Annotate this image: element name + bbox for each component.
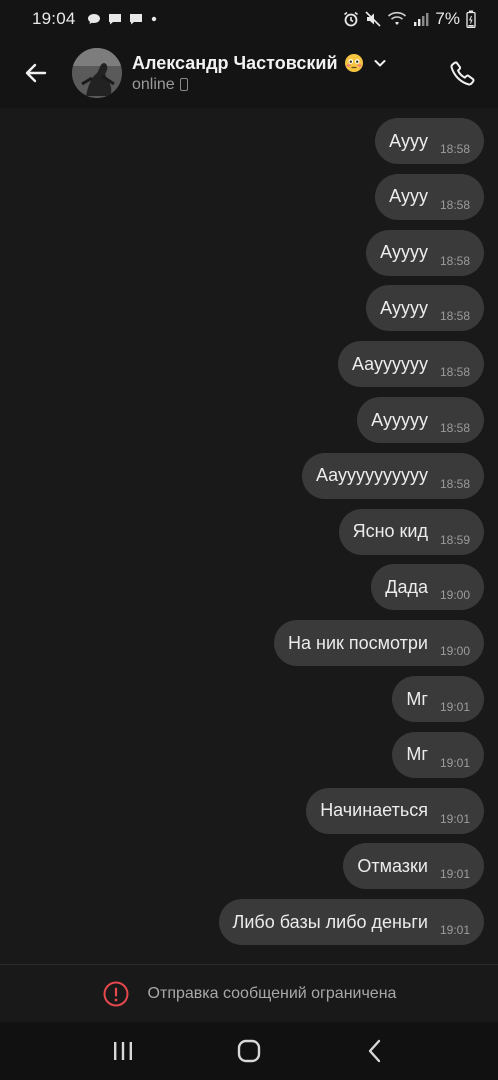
chat-bubble-icon xyxy=(87,14,100,24)
message-time: 18:58 xyxy=(439,309,470,324)
message-time: 18:58 xyxy=(439,365,470,380)
name-row: Александр Частовский xyxy=(132,53,388,74)
message-time: 19:01 xyxy=(439,867,470,882)
battery-percent: 7% xyxy=(435,9,460,28)
message-text: На ник посмотри xyxy=(288,632,428,653)
message-list[interactable]: Аууу 18:58 Аууу 18:58 Ауууу 18:58 Ауууу 18:58 Аа… xyxy=(0,108,498,964)
home-icon xyxy=(237,1039,261,1063)
message-time: 19:00 xyxy=(439,644,470,659)
message-time: 19:01 xyxy=(439,700,470,714)
status-time: 19:04 xyxy=(32,9,76,28)
message-time: 18:59 xyxy=(439,532,470,547)
status-bar: 19:04 7% xyxy=(0,0,498,38)
message-bubble[interactable]: Аууууу 18:58 xyxy=(357,397,484,443)
message-text: Аууууу xyxy=(371,409,428,430)
phone-icon xyxy=(450,61,475,86)
message-time: 18:58 xyxy=(439,421,470,435)
message-text: Отмазки xyxy=(357,855,428,876)
arrow-left-icon xyxy=(25,63,47,83)
message-bubble[interactable]: Ауууу 18:58 xyxy=(366,229,484,276)
avatar-image xyxy=(72,48,122,98)
message-text: Аууу xyxy=(389,186,428,207)
message-text: Либо базы либо деньги xyxy=(232,911,428,932)
message-time: 18:58 xyxy=(439,476,470,491)
signal-icon xyxy=(414,13,429,26)
avatar[interactable] xyxy=(72,48,122,98)
message-time: 19:01 xyxy=(439,755,470,770)
restriction-text: Отправка сообщений ограничена xyxy=(147,984,397,1002)
message-time: 19:01 xyxy=(439,811,470,826)
message-time: 18:58 xyxy=(439,197,470,212)
contact-status: online xyxy=(132,75,175,93)
message-time: 18:58 xyxy=(439,142,470,156)
status-row: online xyxy=(132,76,388,94)
message-time: 19:01 xyxy=(439,923,470,938)
call-button[interactable] xyxy=(442,52,484,94)
message-bubble[interactable]: Аауууууу 18:58 xyxy=(337,341,484,388)
message-bubble[interactable]: Дада 19:00 xyxy=(371,564,484,611)
message-bubble[interactable]: Аауууууууууу 18:58 xyxy=(301,452,484,499)
mute-icon xyxy=(365,11,381,27)
message-text: Мг xyxy=(406,688,428,709)
message-text: Ясно кид xyxy=(352,521,428,542)
message-bubble[interactable]: Аууу 18:58 xyxy=(375,173,484,220)
message-bubble[interactable]: Аууу 18:58 xyxy=(375,118,484,164)
nav-back-button[interactable] xyxy=(345,1026,405,1076)
wifi-icon xyxy=(388,11,407,25)
message-bubble[interactable]: Мг 19:01 xyxy=(392,676,484,722)
message-text: Ауууу xyxy=(380,297,428,318)
message-bubble[interactable]: Начинаеться 19:01 xyxy=(306,787,484,834)
message-text: Мг xyxy=(406,744,428,765)
message-text: Аууу xyxy=(389,130,428,151)
message-time: 18:58 xyxy=(439,253,470,268)
message-text: Ауууу xyxy=(380,242,428,263)
message-icon xyxy=(108,14,121,25)
nav-back-icon xyxy=(368,1039,381,1063)
system-nav-bar xyxy=(0,1022,498,1080)
message-bubble[interactable]: На ник посмотри 19:00 xyxy=(274,620,484,667)
message-bubble[interactable]: Либо базы либо деньги 19:01 xyxy=(218,899,484,946)
contact-info[interactable]: Александр Частовский online xyxy=(132,53,388,94)
chevron-down-icon[interactable] xyxy=(372,55,388,71)
battery-icon xyxy=(466,10,476,28)
message-bubble[interactable]: Ясно кид 18:59 xyxy=(338,508,484,555)
recent-apps-button[interactable] xyxy=(93,1026,153,1076)
dot-icon xyxy=(151,16,156,22)
contact-name: Александр Частовский xyxy=(132,52,338,73)
flushed-face-icon xyxy=(344,54,363,72)
restriction-bar: Отправка сообщений ограничена xyxy=(0,964,498,1022)
message-bubble[interactable]: Ауууу 18:58 xyxy=(366,285,484,332)
alert-circle-icon xyxy=(103,981,129,1006)
back-button[interactable] xyxy=(8,45,64,101)
status-right: 7% xyxy=(343,9,476,29)
message-text: Аауууууу xyxy=(351,353,428,374)
mobile-device-icon xyxy=(179,78,188,91)
message-text: Аауууууууууу xyxy=(315,465,428,486)
home-button[interactable] xyxy=(219,1026,279,1076)
status-left: 19:04 xyxy=(32,9,158,29)
chat-header: Александр Частовский online xyxy=(0,38,498,108)
message-time: 19:00 xyxy=(439,588,470,603)
alarm-icon xyxy=(344,11,359,27)
message-text: Начинаеться xyxy=(320,800,428,821)
recent-apps-icon xyxy=(114,1042,132,1060)
message-text: Дада xyxy=(385,576,428,597)
message-bubble[interactable]: Мг 19:01 xyxy=(392,731,484,778)
message-bubble[interactable]: Отмазки 19:01 xyxy=(343,843,484,890)
message-icon xyxy=(129,14,142,25)
